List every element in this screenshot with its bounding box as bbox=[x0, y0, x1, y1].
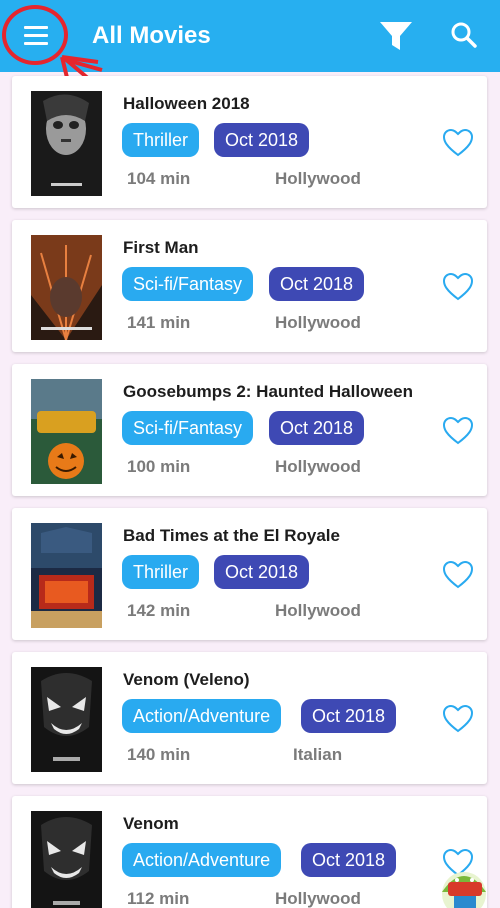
favorite-button[interactable] bbox=[442, 128, 474, 158]
duration-text: 142 min bbox=[127, 601, 191, 620]
genre-chip: Action/Adventure bbox=[122, 699, 282, 733]
genre-chip: Action/Adventure bbox=[122, 843, 282, 877]
movie-title: Venom bbox=[123, 814, 179, 833]
industry-text: Hollywood bbox=[275, 601, 361, 620]
movie-card[interactable]: Venom (Veleno) Action/Adventure Oct 2018… bbox=[12, 652, 487, 784]
movie-card[interactable]: First Man Sci-fi/Fantasy Oct 2018 141 mi… bbox=[12, 220, 487, 352]
favorite-button[interactable] bbox=[442, 848, 474, 878]
movie-card[interactable]: Bad Times at the El Royale Thriller Oct … bbox=[12, 508, 487, 640]
movie-title: Bad Times at the El Royale bbox=[123, 526, 340, 545]
heart-icon bbox=[442, 560, 474, 589]
movie-title: Venom (Veleno) bbox=[123, 670, 250, 689]
page-title: All Movies bbox=[92, 22, 211, 49]
industry-text: Hollywood bbox=[275, 457, 361, 476]
genre-chip: Thriller bbox=[122, 555, 200, 589]
search-icon bbox=[451, 22, 477, 48]
filter-icon bbox=[380, 22, 412, 50]
movie-card[interactable]: Goosebumps 2: Haunted Halloween Sci-fi/F… bbox=[12, 364, 487, 496]
favorite-button[interactable] bbox=[442, 560, 474, 590]
genre-chip: Sci-fi/Fantasy bbox=[122, 411, 254, 445]
genre-chip: Thriller bbox=[122, 123, 200, 157]
duration-text: 112 min bbox=[127, 889, 190, 908]
favorite-button[interactable] bbox=[442, 416, 474, 446]
duration-text: 104 min bbox=[127, 169, 191, 188]
duration-text: 140 min bbox=[127, 745, 191, 764]
industry-text: Hollywood bbox=[275, 889, 361, 908]
movie-card[interactable]: Venom Action/Adventure Oct 2018 112 min … bbox=[12, 796, 487, 908]
movie-list: Halloween 2018 Thriller Oct 2018 104 min… bbox=[12, 76, 488, 908]
duration-text: 100 min bbox=[127, 457, 191, 476]
search-button[interactable] bbox=[446, 18, 482, 54]
movie-poster bbox=[31, 523, 102, 628]
genre-chip: Sci-fi/Fantasy bbox=[122, 267, 254, 301]
favorite-button[interactable] bbox=[442, 704, 474, 734]
industry-text: Hollywood bbox=[275, 169, 361, 188]
movie-card[interactable]: Halloween 2018 Thriller Oct 2018 104 min… bbox=[12, 76, 487, 208]
heart-icon bbox=[442, 416, 474, 445]
industry-text: Hollywood bbox=[275, 313, 361, 332]
date-chip: Oct 2018 bbox=[214, 555, 310, 589]
movie-title: Halloween 2018 bbox=[123, 94, 250, 113]
heart-icon bbox=[442, 128, 474, 157]
movie-poster bbox=[31, 811, 102, 908]
movie-title: First Man bbox=[123, 238, 199, 257]
duration-text: 141 min bbox=[127, 313, 191, 332]
menu-button[interactable] bbox=[17, 18, 55, 52]
date-chip: Oct 2018 bbox=[269, 267, 365, 301]
date-chip: Oct 2018 bbox=[301, 843, 397, 877]
movie-poster bbox=[31, 235, 102, 340]
menu-icon bbox=[24, 25, 48, 29]
date-chip: Oct 2018 bbox=[269, 411, 365, 445]
heart-icon bbox=[442, 704, 474, 733]
heart-icon bbox=[442, 272, 474, 301]
movie-poster bbox=[31, 379, 102, 484]
favorite-button[interactable] bbox=[442, 272, 474, 302]
app-bar: All Movies bbox=[0, 0, 500, 72]
industry-text: Italian bbox=[293, 745, 343, 764]
movie-poster bbox=[31, 91, 102, 196]
heart-icon bbox=[442, 848, 474, 877]
movie-title: Goosebumps 2: Haunted Halloween bbox=[123, 382, 413, 401]
date-chip: Oct 2018 bbox=[214, 123, 310, 157]
date-chip: Oct 2018 bbox=[301, 699, 397, 733]
filter-button[interactable] bbox=[376, 18, 416, 54]
movie-poster bbox=[31, 667, 102, 772]
